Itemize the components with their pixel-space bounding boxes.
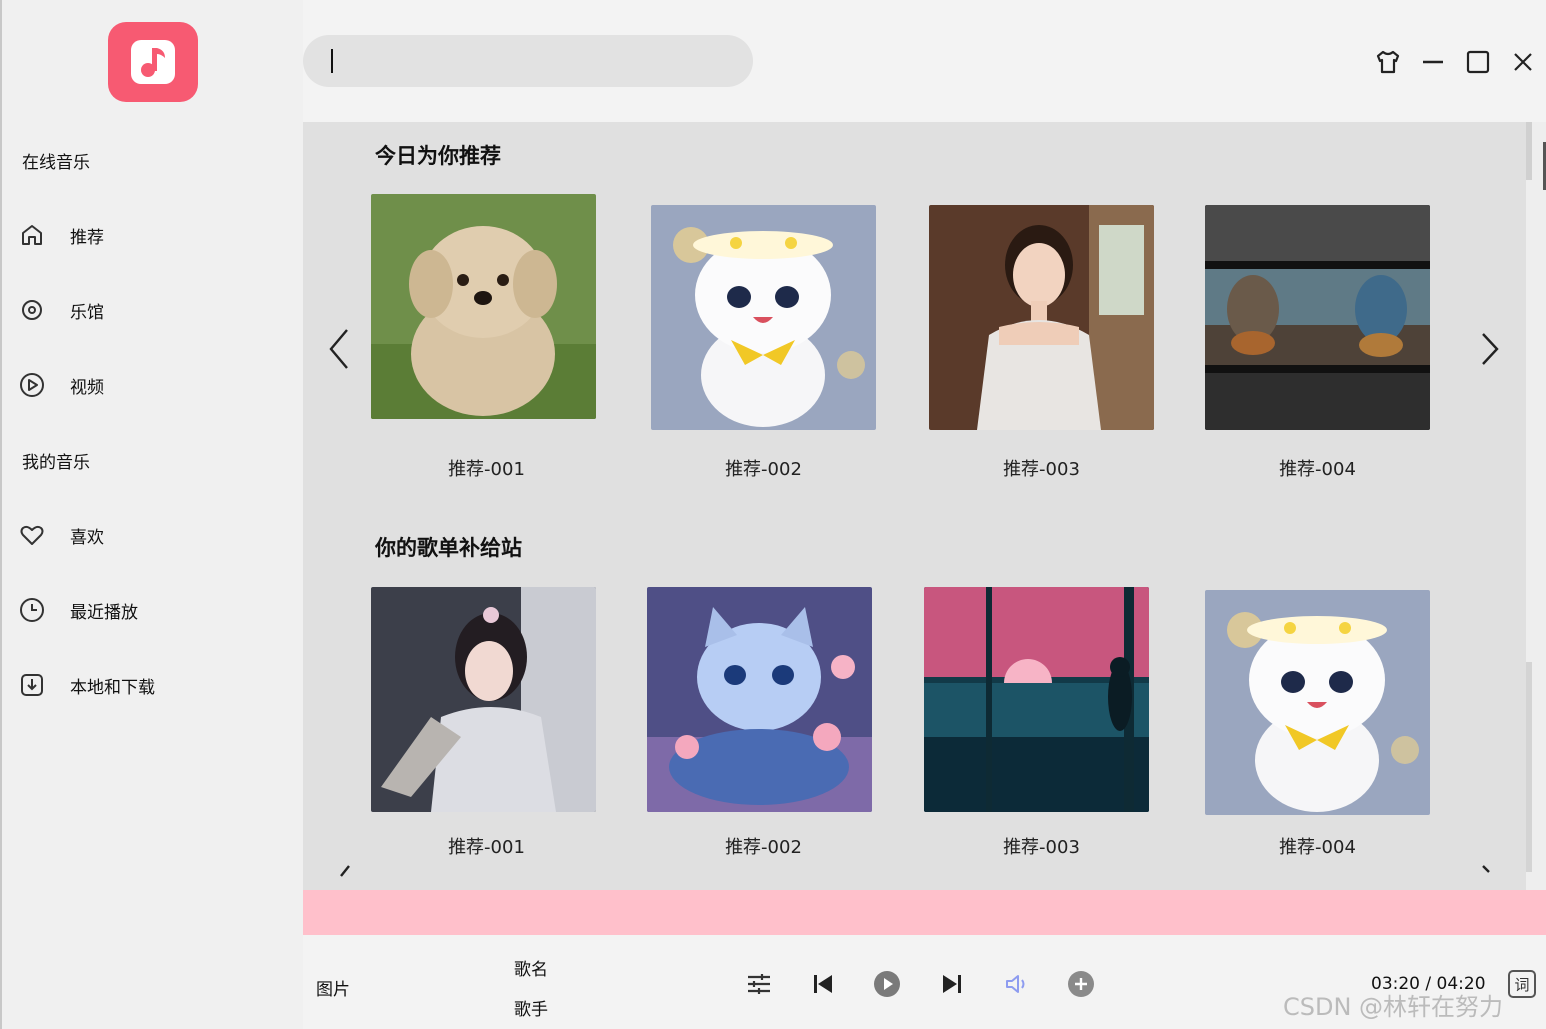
sidebar-item-local-download[interactable]: 本地和下载: [18, 665, 288, 705]
sidebar-item-label: 视频: [70, 377, 104, 398]
maximize-icon: [1466, 50, 1490, 74]
sidebar-item-video[interactable]: 视频: [18, 365, 288, 405]
card-title: 推荐-003: [1003, 459, 1080, 480]
playlist-card[interactable]: [929, 205, 1154, 430]
section-title-today: 今日为你推荐: [375, 144, 501, 168]
album-cover-placeholder: 图片: [316, 980, 350, 1000]
cover-image-white-cat-wreath: [1205, 590, 1430, 815]
sidebar-item-music-hall[interactable]: 乐馆: [18, 290, 288, 330]
previous-icon: [814, 975, 832, 993]
scrollbar-thumb[interactable]: [1526, 662, 1532, 872]
next-button[interactable]: [937, 969, 967, 999]
sidebar-item-recent[interactable]: 最近播放: [18, 590, 288, 630]
sidebar-item-label: 本地和下载: [70, 677, 155, 698]
maximize-button[interactable]: [1460, 44, 1496, 80]
search-input[interactable]: [303, 35, 753, 87]
card-title: 推荐-003: [1003, 837, 1080, 858]
home-icon: [18, 221, 46, 249]
my-music-title: 我的音乐: [22, 453, 90, 473]
skin-button[interactable]: [1370, 44, 1406, 80]
carousel-prev-button-row2[interactable]: [333, 862, 363, 890]
main-content: 今日为你推荐 推荐-001 推荐-002 推荐-003 推荐-004 你的歌单补…: [303, 122, 1526, 890]
app-logo: [108, 22, 198, 102]
chevron-left-icon: [329, 329, 348, 369]
close-icon: [1514, 53, 1532, 71]
equalizer-icon: [748, 974, 770, 994]
cover-image-white-cat-wreath: [651, 205, 876, 430]
top-bar: [303, 0, 1546, 122]
playlist-card[interactable]: [1205, 590, 1430, 815]
play-icon: [874, 971, 900, 997]
scrollbar-thumb[interactable]: [1526, 122, 1532, 180]
sidebar-item-recommend[interactable]: 推荐: [18, 215, 288, 255]
volume-button[interactable]: [1002, 969, 1032, 999]
download-icon: [18, 671, 46, 699]
volume-icon: [1006, 975, 1025, 993]
add-icon: [1068, 971, 1094, 997]
add-button[interactable]: [1066, 969, 1096, 999]
playlist-card[interactable]: [371, 194, 596, 419]
carousel-prev-button[interactable]: [325, 326, 355, 372]
sidebar-item-favorites[interactable]: 喜欢: [18, 515, 288, 555]
minimize-button[interactable]: [1415, 44, 1451, 80]
cover-image-guitar-duo: [1205, 205, 1430, 430]
play-button[interactable]: [872, 969, 902, 999]
playlist-card[interactable]: [924, 587, 1149, 812]
player-bar: 图片 歌名 歌手 03:20 / 04:20 词 CSDN @林轩在努力: [303, 935, 1546, 1029]
card-title: 推荐-001: [448, 459, 525, 480]
skin-icon: [1376, 50, 1400, 74]
play-circle-icon: [18, 371, 46, 399]
window-edge: [0, 0, 2, 1029]
playlist-card[interactable]: [647, 587, 872, 812]
playlist-card[interactable]: [1205, 205, 1430, 430]
online-music-title: 在线音乐: [22, 153, 90, 173]
song-title: 歌名: [514, 960, 548, 980]
playback-time: 03:20 / 04:20: [1371, 974, 1486, 994]
music-note-icon: [131, 40, 175, 84]
cover-image-city-sunset-window: [924, 587, 1149, 812]
artist-name: 歌手: [514, 1000, 548, 1020]
close-button[interactable]: [1505, 44, 1541, 80]
vertical-scrollbar[interactable]: [1526, 122, 1546, 890]
playlist-card[interactable]: [651, 205, 876, 430]
section-title-playlist: 你的歌单补给站: [375, 536, 522, 560]
heart-icon: [18, 521, 46, 549]
cover-image-woman-white-dress: [929, 205, 1154, 430]
cover-image-blue-kitten-basket: [647, 587, 872, 812]
cover-image-hanfu-girl: [371, 587, 596, 812]
sidebar-item-label: 最近播放: [70, 602, 138, 623]
card-title: 推荐-001: [448, 837, 525, 858]
carousel-next-button[interactable]: [1475, 326, 1505, 372]
sidebar-item-label: 乐馆: [70, 302, 104, 323]
progress-area[interactable]: [303, 890, 1546, 935]
card-title: 推荐-002: [725, 837, 802, 858]
cover-image-puppy: [371, 194, 596, 419]
playlist-card[interactable]: [371, 587, 596, 812]
sidebar: 在线音乐 推荐 乐馆 视频 我的音乐 喜欢 最近播放 本地和下载: [0, 0, 303, 1029]
sidebar-item-label: 喜欢: [70, 527, 104, 548]
sidebar-item-label: 推荐: [70, 227, 104, 248]
chevron-left-icon: [340, 865, 350, 877]
card-title: 推荐-002: [725, 459, 802, 480]
lyrics-button[interactable]: 词: [1508, 970, 1536, 998]
card-title: 推荐-004: [1279, 459, 1356, 480]
card-title: 推荐-004: [1279, 837, 1356, 858]
equalizer-button[interactable]: [744, 969, 774, 999]
disc-icon: [18, 296, 46, 324]
carousel-next-button-row2[interactable]: [1475, 862, 1505, 890]
previous-button[interactable]: [808, 969, 838, 999]
next-icon: [943, 975, 961, 993]
chevron-right-icon: [1482, 865, 1490, 873]
clock-icon: [18, 596, 46, 624]
chevron-right-icon: [1482, 333, 1499, 365]
minimize-icon: [1423, 60, 1443, 64]
text-caret: [331, 49, 333, 73]
